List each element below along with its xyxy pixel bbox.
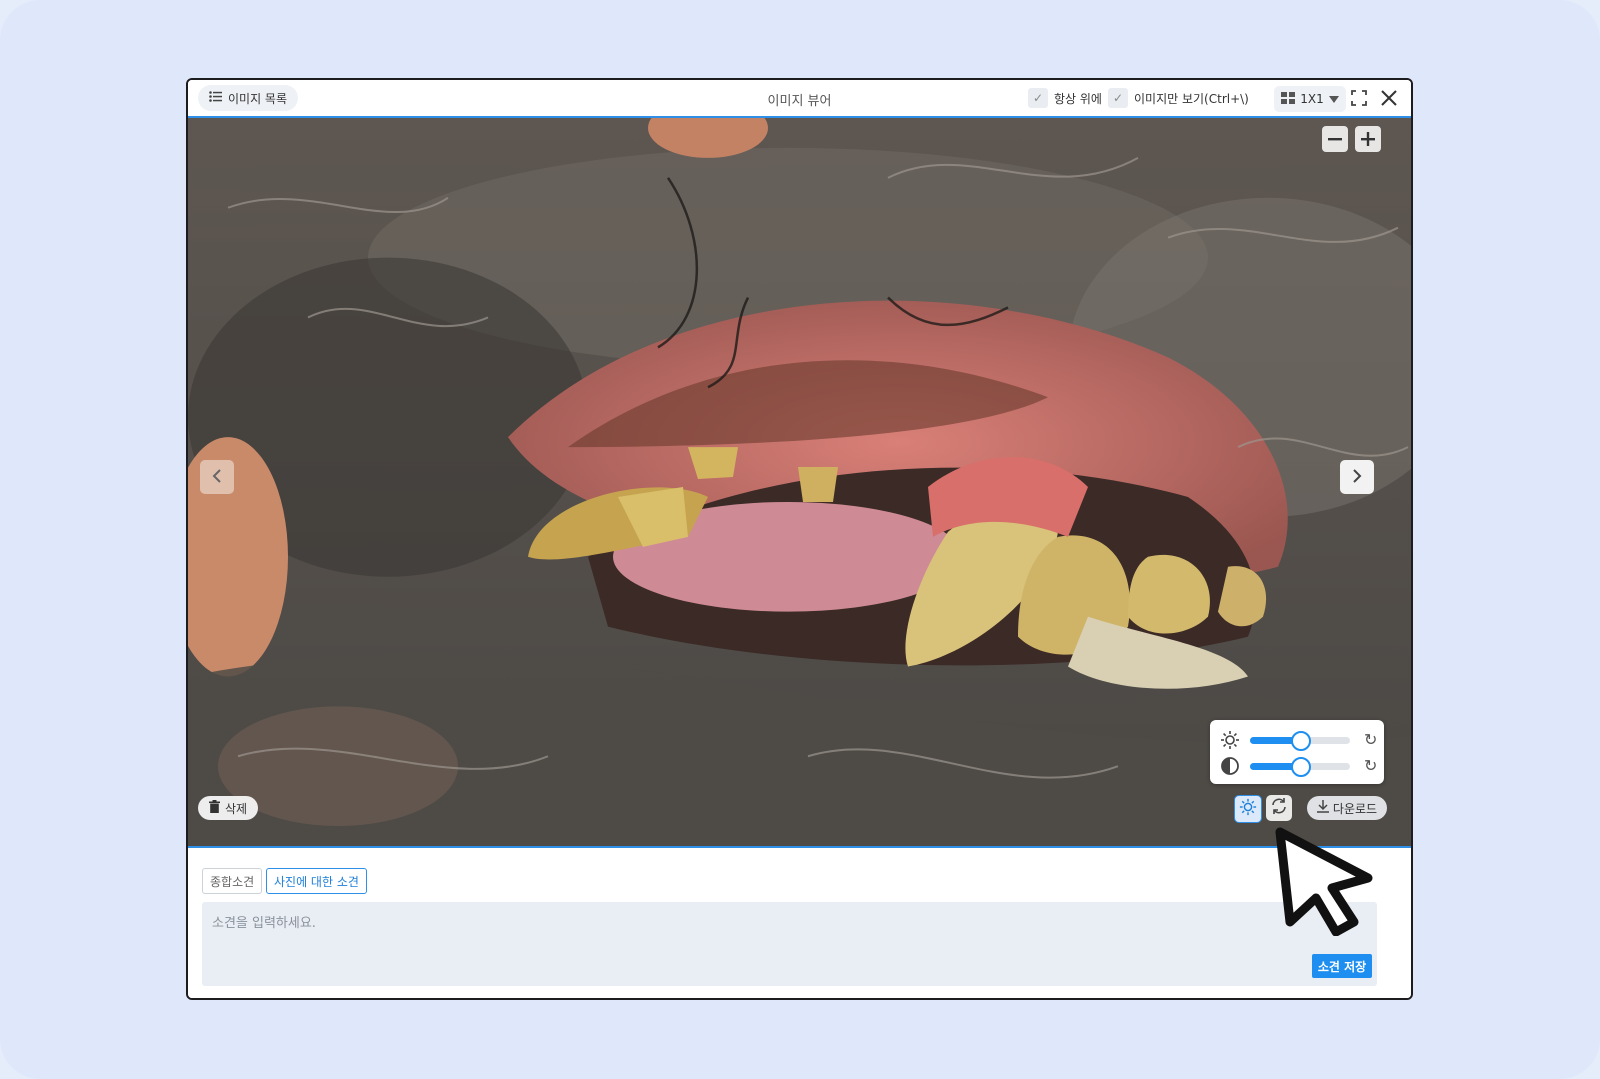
brightness-contrast-button[interactable] <box>1234 795 1262 823</box>
zoom-in-button[interactable] <box>1355 126 1381 152</box>
delete-button[interactable]: 삭제 <box>198 796 258 820</box>
fullscreen-icon[interactable] <box>1348 87 1370 109</box>
zoom-out-button[interactable] <box>1322 126 1348 152</box>
tab-photo-findings[interactable]: 사진에 대한 소견 <box>266 868 367 894</box>
download-icon <box>1316 800 1329 816</box>
layout-label: 1X1 <box>1300 92 1324 106</box>
title-bar: 이미지 목록 이미지 뷰어 ✓ 항상 위에 ✓ 이미지만 보기(Ctrl+\) … <box>188 80 1411 118</box>
contrast-slider-handle[interactable] <box>1291 757 1311 777</box>
rotate-button[interactable] <box>1266 795 1292 821</box>
brightness-slider[interactable] <box>1250 731 1350 751</box>
download-button[interactable]: 다운로드 <box>1307 796 1387 820</box>
contrast-slider[interactable] <box>1250 757 1350 777</box>
always-on-top-label: 항상 위에 <box>1054 91 1102 106</box>
tab-overall-findings[interactable]: 종합소견 <box>202 868 263 894</box>
image-only-toggle[interactable]: ✓ 이미지만 보기(Ctrl+\) <box>1108 88 1249 108</box>
findings-input[interactable]: 소견을 입력하세요. <box>202 902 1377 986</box>
check-icon: ✓ <box>1108 88 1128 108</box>
brightness-row: ↻ <box>1218 728 1378 752</box>
findings-panel: 종합소견 사진에 대한 소견 소견을 입력하세요. 소견 저장 <box>188 848 1411 998</box>
plus-icon <box>1361 132 1375 146</box>
reset-brightness-icon[interactable]: ↻ <box>1364 730 1377 749</box>
brightness-icon <box>1220 730 1240 750</box>
contrast-icon <box>1220 756 1240 776</box>
check-icon: ✓ <box>1028 88 1048 108</box>
rotate-icon <box>1270 797 1288 819</box>
save-findings-button[interactable]: 소견 저장 <box>1312 954 1372 978</box>
chevron-down-icon <box>1328 92 1339 106</box>
image-viewer-window: 이미지 목록 이미지 뷰어 ✓ 항상 위에 ✓ 이미지만 보기(Ctrl+\) … <box>186 78 1413 1000</box>
image-only-label: 이미지만 보기(Ctrl+\) <box>1134 91 1249 106</box>
contrast-row: ↻ <box>1218 754 1378 778</box>
chevron-right-icon <box>1352 465 1362 489</box>
image-viewport[interactable]: ↻ ↻ 삭제 다운로드 <box>188 118 1411 848</box>
image-adjust-panel: ↻ ↻ <box>1210 720 1384 784</box>
previous-image-button[interactable] <box>200 460 234 494</box>
findings-placeholder: 소견을 입력하세요. <box>212 916 316 931</box>
close-icon[interactable] <box>1378 87 1400 109</box>
download-label: 다운로드 <box>1332 801 1378 816</box>
minus-icon <box>1328 138 1342 141</box>
layout-select[interactable]: 1X1 <box>1274 86 1346 112</box>
grid-icon <box>1281 91 1296 107</box>
always-on-top-toggle[interactable]: ✓ 항상 위에 <box>1028 88 1102 108</box>
delete-label: 삭제 <box>224 801 248 816</box>
reset-contrast-icon[interactable]: ↻ <box>1364 756 1377 775</box>
brightness-slider-handle[interactable] <box>1291 731 1311 751</box>
next-image-button[interactable] <box>1340 460 1374 494</box>
sun-icon <box>1239 798 1257 820</box>
mouse-pointer-icon <box>1275 827 1373 936</box>
chevron-left-icon <box>212 465 222 489</box>
trash-icon <box>208 800 220 816</box>
